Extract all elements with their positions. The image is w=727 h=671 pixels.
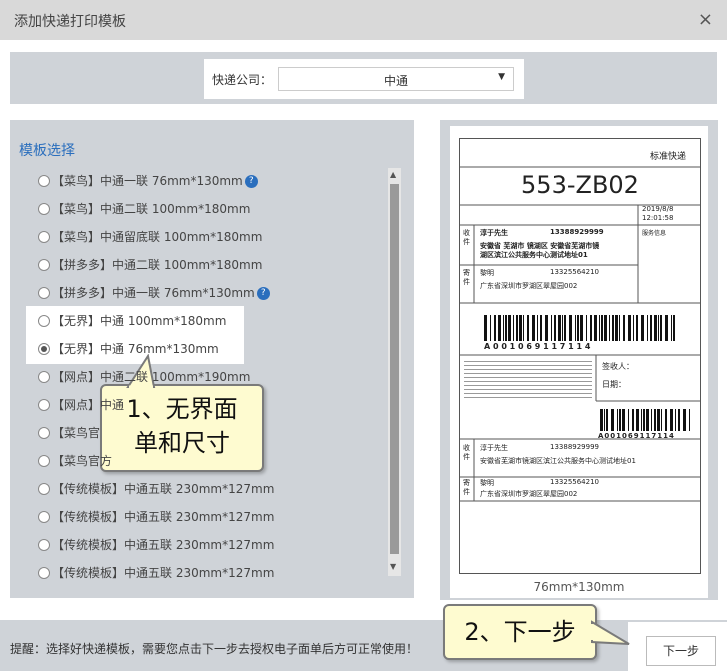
template-radio[interactable]: [38, 426, 50, 439]
template-radio[interactable]: [38, 398, 50, 411]
footer-tip: 提醒：选择好快递模板，需要您点击下一步去授权电子面单后方可正常使用！: [10, 642, 419, 656]
print-time: 12:01:58: [642, 214, 674, 222]
template-label: 【无界】中通 100mm*180mm: [52, 314, 227, 328]
template-label: 【网点】中通二联 100mm*190mm: [52, 370, 251, 384]
template-radio[interactable]: [38, 286, 50, 299]
template-radio[interactable]: [38, 566, 50, 579]
barcode-small: [600, 409, 690, 431]
template-item[interactable]: 【传统模板】中通五联 230mm*127mm: [38, 564, 398, 584]
sender-address: 广东省深圳市罗湖区翠屋园002: [480, 282, 578, 290]
template-item[interactable]: 【网点】中通二联 100mm*190mm: [38, 368, 398, 388]
template-item[interactable]: 【菜鸟】中通二联 100mm*180mm: [38, 200, 398, 220]
sign-date-label: 日期：: [602, 380, 626, 389]
sort-code: 553-ZB02: [521, 171, 639, 199]
close-icon[interactable]: ×: [698, 9, 713, 30]
template-radio[interactable]: [38, 202, 50, 215]
template-label: 【菜鸟】中通一联 76mm*130mm: [52, 174, 243, 188]
template-label: 【网点】中通: [52, 398, 125, 412]
barcode-number: A 0 0 1 0 6 9 1 1 7 1 1 4: [484, 342, 591, 351]
template-radio[interactable]: [38, 314, 50, 327]
template-label: 【菜鸟】中通留底联 100mm*180mm: [52, 230, 263, 244]
template-item[interactable]: 【菜鸟官方: [38, 452, 398, 472]
next-button[interactable]: 下一步: [646, 636, 716, 666]
company-label: 快递公司：: [212, 73, 273, 87]
recipient-tag: 收件: [463, 229, 470, 246]
template-radio[interactable]: [38, 258, 50, 271]
template-item[interactable]: 【拼多多】中通二联 100mm*180mm: [38, 256, 398, 276]
template-item[interactable]: 【菜鸟官: [38, 424, 398, 444]
sender-tag: 寄件: [463, 269, 470, 286]
help-icon[interactable]: ?: [256, 287, 270, 300]
template-label: 【传统模板】中通五联 230mm*127mm: [52, 510, 275, 524]
template-label: 【菜鸟官: [52, 426, 101, 440]
shipping-label-preview: 标准快递 553-ZB02 2019/8/8 12:01:58 收件 淳于先生 …: [459, 138, 701, 574]
template-radio[interactable]: [38, 510, 50, 523]
recipient-phone: 13388929999: [550, 228, 604, 236]
template-label: 【传统模板】中通五联 230mm*127mm: [52, 566, 275, 580]
recipient-name-2: 淳于先生: [480, 444, 508, 452]
template-item[interactable]: 【传统模板】中通五联 230mm*127mm: [38, 508, 398, 528]
template-radio[interactable]: [38, 370, 50, 383]
template-radio[interactable]: [38, 482, 50, 495]
dialog-title: 添加快递打印模板: [14, 14, 126, 30]
print-date: 2019/8/8: [642, 205, 674, 213]
template-radio[interactable]: [38, 342, 50, 355]
template-label: 【传统模板】中通五联 230mm*127mm: [52, 538, 275, 552]
template-item[interactable]: 【网点】中通: [38, 396, 398, 416]
barcode-main: [484, 315, 675, 341]
sender-phone: 13325564210: [550, 268, 599, 276]
chevron-down-icon: ▼: [498, 72, 505, 82]
recipient-name: 淳于先生: [480, 229, 508, 237]
template-radio[interactable]: [38, 454, 50, 467]
callout-next-hint: 2、下一步: [443, 604, 597, 660]
company-select-value: 中通: [383, 74, 408, 88]
signer-label: 签收人：: [602, 362, 634, 371]
sender-name-2: 黎明: [480, 479, 494, 487]
template-label: 【菜鸟】中通二联 100mm*180mm: [52, 202, 251, 216]
sender-address-2: 广东省深圳市罗湖区翠屋园002: [480, 490, 578, 498]
recipient-address-full: 安徽省芜湖市镜湖区滨江公共服务中心测试地址01: [480, 457, 636, 465]
terms-text-block: [464, 358, 592, 398]
template-item[interactable]: 【菜鸟】中通留底联 100mm*180mm: [38, 228, 398, 248]
label-size-caption: 76mm*130mm: [533, 580, 625, 594]
help-icon[interactable]: ?: [244, 175, 258, 188]
company-selector-highlight: 快递公司： 中通 ▼: [204, 59, 524, 99]
barcode-number-small: A001069117114: [598, 432, 675, 440]
template-label: 【无界】中通 76mm*130mm: [52, 342, 219, 356]
template-item[interactable]: 【传统模板】中通五联 230mm*127mm: [38, 480, 398, 500]
template-radio[interactable]: [38, 230, 50, 243]
template-radio[interactable]: [38, 538, 50, 551]
template-item[interactable]: 【无界】中通 76mm*130mm: [38, 340, 398, 360]
template-item[interactable]: 【传统模板】中通五联 230mm*127mm: [38, 536, 398, 556]
template-radio[interactable]: [38, 174, 50, 187]
template-label: 【传统模板】中通五联 230mm*127mm: [52, 482, 275, 496]
template-item[interactable]: 【拼多多】中通一联 76mm*130mm?: [38, 284, 398, 304]
sender-phone-2: 13325564210: [550, 478, 599, 486]
template-label: 【菜鸟官方: [52, 454, 113, 468]
callout-2-pointer: [591, 620, 630, 645]
template-item[interactable]: 【菜鸟】中通一联 76mm*130mm?: [38, 172, 398, 192]
recipient-address-2: 湖区滨江公共服务中心测试地址01: [480, 251, 588, 259]
company-select[interactable]: 中通 ▼: [278, 67, 514, 91]
sender-name: 黎明: [480, 269, 494, 277]
service-info: 服务信息: [642, 230, 667, 237]
recipient-phone-2: 13388929999: [550, 443, 599, 451]
template-label: 【拼多多】中通一联 76mm*130mm: [52, 286, 255, 300]
sender-tag-2: 寄件: [463, 479, 470, 496]
template-label: 【拼多多】中通二联 100mm*180mm: [52, 258, 263, 272]
template-item[interactable]: 【无界】中通 100mm*180mm: [38, 312, 398, 332]
template-heading: 模板选择: [19, 143, 75, 159]
service-type: 标准快递: [649, 152, 686, 162]
dialog-titlebar: 添加快递打印模板 ×: [0, 0, 727, 40]
recipient-tag-2: 收件: [463, 444, 470, 461]
